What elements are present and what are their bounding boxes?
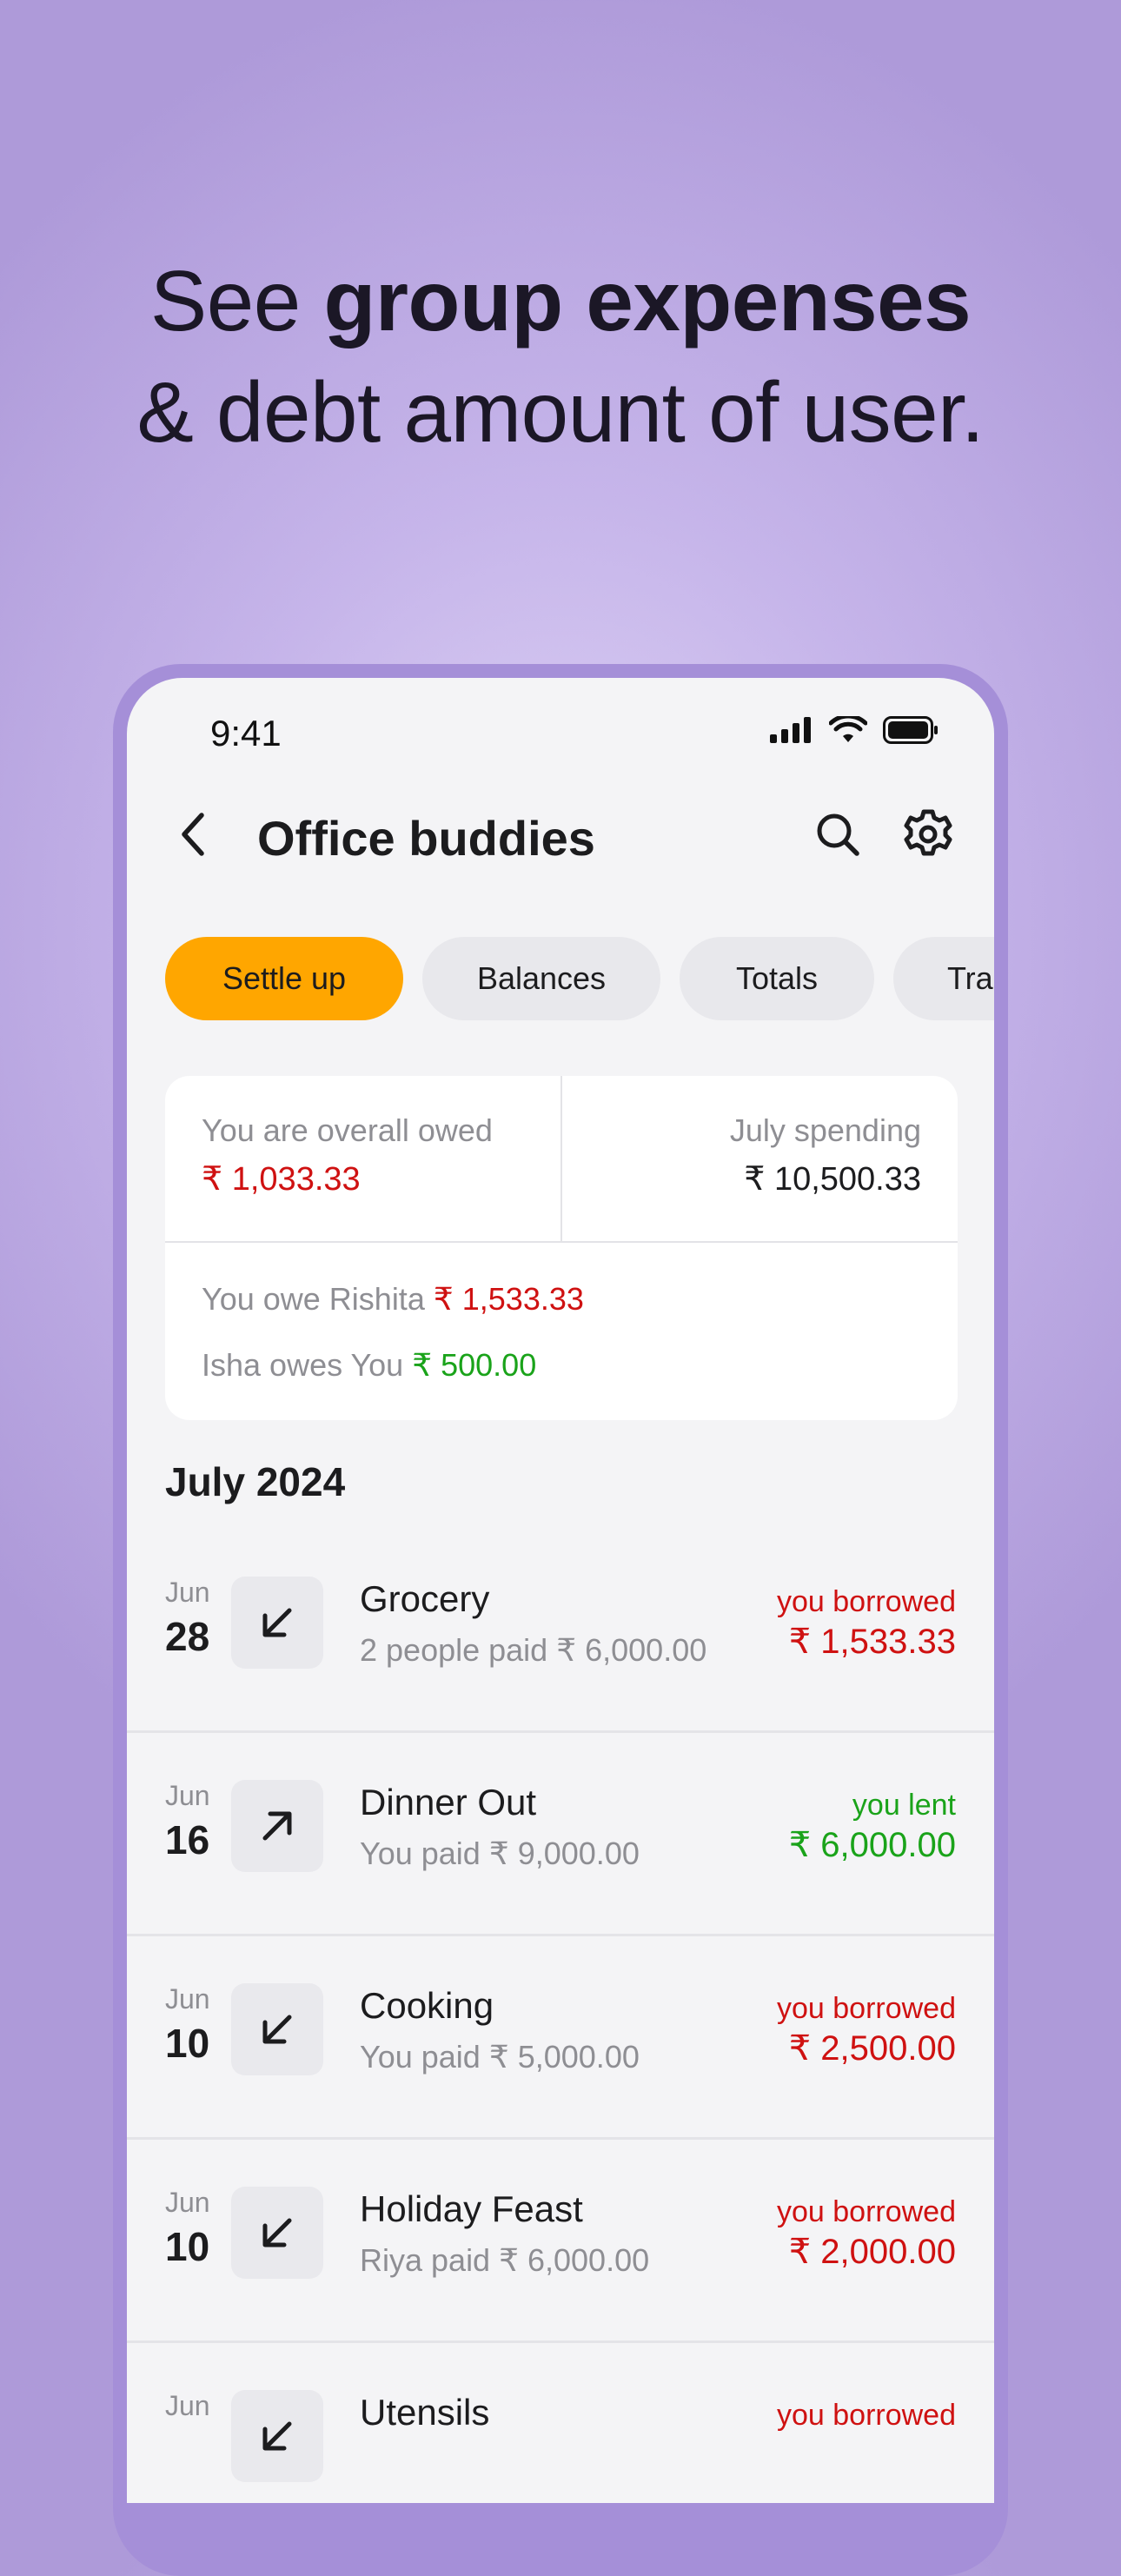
tx-detail: 2 people paid ₹ 6,000.00 <box>360 1632 707 1668</box>
monthly-spending-value: ₹ 10,500.33 <box>744 1161 921 1198</box>
tx-name: Cooking <box>360 1985 494 2026</box>
tx-icon-box <box>231 1780 323 1872</box>
signal-icon <box>770 717 811 743</box>
tx-status: you lent <box>852 1789 956 1822</box>
card-divider-horizontal <box>165 1241 958 1243</box>
tx-month: Jun <box>165 1983 210 2015</box>
transaction-row[interactable]: Jun 16 Dinner Out You paid ₹ 9,000.00 yo… <box>127 1733 994 1936</box>
tab-chips: Settle up Balances Totals Transactions <box>165 937 994 1020</box>
tx-detail: You paid ₹ 9,000.00 <box>360 1836 640 1871</box>
tx-status: you borrowed <box>776 2399 956 2432</box>
arrow-down-left-icon <box>262 2218 292 2247</box>
gear-icon[interactable] <box>900 807 956 862</box>
phone-screen: 9:41 Office buddies Settle up Balances T… <box>127 678 994 2503</box>
arrow-down-left-icon <box>262 2421 292 2451</box>
debt-line-owed-text: Isha owes You <box>202 1347 413 1383</box>
tx-status: you borrowed <box>776 1585 956 1618</box>
tx-day: 10 <box>165 2021 210 2066</box>
overall-owed-label: You are overall owed <box>202 1112 493 1148</box>
headline-line2: & debt amount of user. <box>136 364 985 460</box>
debt-line-owe-amount: ₹ 1,533.33 <box>433 1281 584 1317</box>
overall-owed-value: ₹ 1,033.33 <box>202 1161 361 1198</box>
tx-name: Holiday Feast <box>360 2188 583 2229</box>
status-time: 9:41 <box>210 713 282 754</box>
status-icons <box>770 716 939 744</box>
headline-bold: group expenses <box>323 253 972 349</box>
tx-day: 10 <box>165 2224 210 2269</box>
tx-name: Grocery <box>360 1578 490 1619</box>
tx-icon-box <box>231 1983 323 2075</box>
tx-detail: You paid ₹ 5,000.00 <box>360 2039 640 2075</box>
tx-status: you borrowed <box>776 2195 956 2228</box>
transaction-row[interactable]: Jun 10 Holiday Feast Riya paid ₹ 6,000.0… <box>127 2140 994 2343</box>
tx-icon-box <box>231 1577 323 1669</box>
headline: See group expenses & debt amount of user… <box>0 245 1121 468</box>
battery-icon <box>883 716 938 744</box>
tx-month: Jun <box>165 2187 210 2218</box>
monthly-spending-label: July spending <box>729 1112 921 1148</box>
headline-line1: See group expenses <box>0 245 1121 356</box>
tx-icon-box <box>231 2390 323 2482</box>
settle-up-button[interactable]: Settle up <box>165 937 403 1020</box>
tx-month: Jun <box>165 1780 210 1811</box>
section-title: July 2024 <box>165 1459 346 1504</box>
transaction-row[interactable]: Jun 28 Grocery 2 people paid ₹ 6,000.00 … <box>127 1530 994 1733</box>
tx-month: Jun <box>165 1577 210 1608</box>
debt-line-owe-text: You owe Rishita <box>202 1281 434 1317</box>
tx-amount: ₹ 2,000.00 <box>788 2233 956 2271</box>
headline-pre: See <box>149 253 324 349</box>
totals-chip[interactable]: Totals <box>680 937 874 1020</box>
arrow-up-right-icon <box>262 1811 292 1841</box>
page-title: Office buddies <box>257 811 595 866</box>
tx-name: Dinner Out <box>360 1782 537 1822</box>
arrow-down-left-icon <box>262 2015 292 2044</box>
tx-status: you borrowed <box>776 1992 956 2025</box>
tx-amount: ₹ 2,500.00 <box>788 2029 956 2068</box>
tx-detail: Riya paid ₹ 6,000.00 <box>360 2242 650 2278</box>
debt-line-owed: Isha owes You ₹ 500.00 <box>202 1347 536 1384</box>
debt-line-owe: You owe Rishita ₹ 1,533.33 <box>202 1281 584 1318</box>
tx-day: 16 <box>165 1817 210 1862</box>
tx-month: Jun <box>165 2390 210 2421</box>
balances-chip[interactable]: Balances <box>422 937 660 1020</box>
transaction-row[interactable]: Jun Utensils you borrowed <box>127 2343 994 2503</box>
debt-line-owed-amount: ₹ 500.00 <box>412 1347 537 1383</box>
back-icon[interactable] <box>172 808 216 860</box>
transaction-row[interactable]: Jun 10 Cooking You paid ₹ 5,000.00 you b… <box>127 1936 994 2140</box>
search-icon[interactable] <box>810 807 866 862</box>
wifi-icon <box>829 716 867 742</box>
tx-amount: ₹ 6,000.00 <box>788 1826 956 1864</box>
tx-amount: ₹ 1,533.33 <box>788 1623 956 1661</box>
summary-card: You are overall owed ₹ 1,033.33 July spe… <box>165 1076 958 1420</box>
card-divider-vertical <box>560 1076 562 1241</box>
tx-day: 28 <box>165 1614 210 1659</box>
tx-name: Utensils <box>360 2392 490 2433</box>
arrow-down-left-icon <box>262 1608 292 1637</box>
transactions-chip[interactable]: Transactions <box>893 937 994 1020</box>
tx-icon-box <box>231 2187 323 2279</box>
